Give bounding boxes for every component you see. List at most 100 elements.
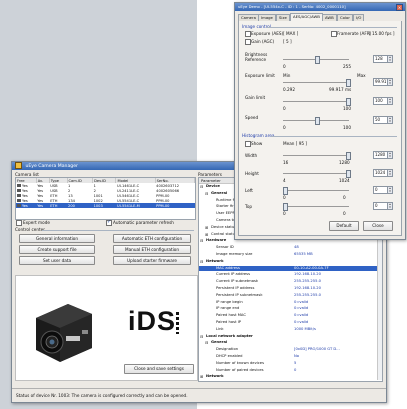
set-user-data-button[interactable]: Set user data bbox=[19, 256, 95, 265]
parameter-name: Paired host MAC bbox=[216, 313, 246, 318]
upload-starter-firmware-button[interactable]: Upload starter firmware bbox=[113, 256, 191, 265]
height-label: Height bbox=[245, 171, 259, 176]
spin-arrows-icon[interactable]: ▴ ▾ bbox=[387, 56, 392, 62]
spin-arrows-icon[interactable]: ▴ ▾ bbox=[387, 152, 392, 158]
left-spinbox[interactable]: 0 ▴ ▾ bbox=[373, 186, 393, 194]
tab-image[interactable]: Image bbox=[258, 14, 276, 21]
parameter-tree-row[interactable]: Link 1000 MBit/s bbox=[199, 327, 377, 332]
height-slider-thumb[interactable] bbox=[346, 170, 351, 178]
ids-logo: iDS bbox=[128, 306, 177, 336]
expand-icon[interactable]: ⊞ bbox=[205, 232, 208, 237]
speed-slider-thumb[interactable] bbox=[315, 117, 320, 125]
collapse-icon[interactable]: ⊟ bbox=[205, 340, 208, 345]
exposure-limit-max-label: Max bbox=[357, 73, 366, 78]
brightness-min: 0 bbox=[283, 64, 286, 69]
automatic-eth-configuration-button[interactable]: Automatic ETH configuration bbox=[113, 234, 191, 243]
create-support-file-button[interactable]: Create support file bbox=[19, 245, 95, 254]
parameter-tree-row[interactable]: IP range end 0=valid bbox=[199, 306, 377, 311]
exposure-limit-spinbox[interactable]: 99.917 ▴ ▾ bbox=[373, 78, 393, 86]
expand-icon[interactable]: ⊞ bbox=[205, 225, 208, 230]
exposure-limit-slider-track[interactable] bbox=[283, 82, 349, 83]
height-slider-track[interactable] bbox=[283, 173, 349, 174]
width-spinbox[interactable]: 1280 ▴ ▾ bbox=[373, 151, 393, 159]
properties-close-icon[interactable]: × bbox=[396, 4, 403, 11]
spin-arrows-icon[interactable]: ▴ ▾ bbox=[387, 203, 392, 209]
camera-list-cell-text: Yes bbox=[22, 203, 28, 208]
left-slider-track[interactable] bbox=[283, 190, 349, 191]
close-button[interactable]: Close bbox=[363, 221, 393, 231]
top-spinbox[interactable]: 0 ▴ ▾ bbox=[373, 202, 393, 210]
collapse-icon[interactable]: ⊟ bbox=[205, 191, 208, 196]
parameter-tree-row[interactable]: Paired host MAC 0=valid bbox=[199, 313, 377, 318]
collapse-icon[interactable]: ⊟ bbox=[200, 334, 203, 339]
camera-list-table: Free Av. Type Cam.ID Dev.ID Model SerNo. Yes Ye… bbox=[15, 177, 196, 220]
parameter-tree-row[interactable]: ⊟ Network bbox=[199, 259, 377, 264]
parameter-tree-row[interactable]: Current IP subnetmask 255.255.255.0 bbox=[199, 279, 377, 284]
parameter-name: IP range begin bbox=[216, 299, 243, 304]
gain-limit-spinbox[interactable]: 100 ▴ ▾ bbox=[373, 97, 393, 105]
properties-window: uEye Demo - [UI-554x-C - ID : 1 - SerNo:… bbox=[234, 2, 406, 240]
tab-size[interactable]: Size bbox=[276, 14, 290, 21]
parameter-value: 255.255.255.0 bbox=[294, 292, 321, 297]
parameter-tree-row[interactable]: ⊟ General bbox=[199, 340, 377, 345]
close-and-save-button[interactable]: Close and save settings bbox=[124, 364, 194, 374]
parameter-name: IP range end bbox=[216, 306, 240, 311]
spin-arrows-icon[interactable]: ▴ ▾ bbox=[387, 170, 392, 176]
gain-limit-slider-track[interactable] bbox=[283, 101, 349, 102]
exposure-limit-max: 99.917 ms bbox=[329, 87, 352, 92]
auto-refresh-checkbox[interactable]: ✓ bbox=[106, 219, 112, 226]
expert-mode-checkbox[interactable] bbox=[16, 220, 22, 226]
expand-icon[interactable]: ⊞ bbox=[200, 374, 203, 379]
parameter-tree-row[interactable]: ⊞ Network bbox=[199, 374, 377, 379]
manual-eth-configuration-button[interactable]: Manual ETH configuration bbox=[113, 245, 191, 254]
parameter-value: 0=valid bbox=[294, 320, 309, 324]
brightness-slider-thumb[interactable] bbox=[315, 56, 320, 64]
gain-limit-slider-thumb[interactable] bbox=[346, 98, 351, 106]
parameter-value: 5 bbox=[294, 360, 297, 365]
top-slider-thumb[interactable] bbox=[283, 203, 288, 211]
parameter-value: 1000 MBit/s bbox=[294, 326, 316, 331]
tab-color[interactable]: Color bbox=[337, 14, 353, 21]
spin-arrows-icon[interactable]: ▴ ▾ bbox=[387, 187, 392, 193]
camera-list-row[interactable]: Yes Yes ETH 200 1003 UI-5541LE-M PPM-00 bbox=[16, 203, 195, 208]
parameter-tree-row[interactable]: Image memory size 65535 MB bbox=[199, 252, 377, 257]
left-slider-thumb[interactable] bbox=[283, 187, 288, 195]
spin-arrows-icon[interactable]: ▴ ▾ bbox=[387, 117, 392, 123]
histogram-divider bbox=[271, 136, 397, 137]
histogram-mean-value: Mean [ 95 ] bbox=[283, 141, 307, 146]
collapse-icon[interactable]: ⊟ bbox=[200, 184, 203, 189]
tab-awb[interactable]: AWB bbox=[322, 14, 337, 21]
parameter-tree-row[interactable]: Number of known devices 5 bbox=[199, 361, 377, 366]
brightness-spinbox[interactable]: 128 ▴ ▾ bbox=[373, 55, 393, 63]
width-slider-thumb[interactable] bbox=[346, 152, 351, 160]
spin-arrows-icon[interactable]: ▴ ▾ bbox=[387, 98, 392, 104]
exposure-aes-label: Exposure (AES) bbox=[251, 31, 284, 36]
parameter-tree-row[interactable]: Number of paired devices 0 bbox=[199, 368, 377, 373]
parameter-tree-row[interactable]: Paired host IP 0=valid bbox=[199, 320, 377, 325]
height-min: 4 bbox=[283, 178, 286, 183]
parameter-tree-row[interactable]: ⊟ Local network adapter bbox=[199, 334, 377, 339]
parameter-tree-row[interactable]: Sensor ID 48 bbox=[199, 245, 377, 250]
parameter-tree-row[interactable]: Designation [0x0D] PRO/1000 GT D... bbox=[199, 347, 377, 352]
parameter-tree-row[interactable]: Persistent IP subnetmask 255.255.255.0 bbox=[199, 293, 377, 298]
parameter-tree-row[interactable]: MAC address 00-10-A2-00-0A-7F bbox=[199, 265, 377, 271]
parameter-tree-row[interactable]: IP range begin 0=valid bbox=[199, 300, 377, 305]
properties-tab-page: Image control Exposure (AES) [ MAX ] Fra… bbox=[238, 21, 402, 236]
parameter-tree-row[interactable]: Persistent IP address 192.168.10.20 bbox=[199, 286, 377, 291]
parameter-value: 255.255.255.0 bbox=[294, 279, 321, 284]
tab-aes-agc-awb[interactable]: AES/AGC/AWB bbox=[290, 13, 323, 21]
general-information-button[interactable]: General information bbox=[19, 234, 95, 243]
top-slider-track[interactable] bbox=[283, 206, 349, 207]
tab-i-o[interactable]: I/O bbox=[353, 14, 365, 21]
default-button[interactable]: Default bbox=[329, 221, 359, 231]
exposure-limit-slider-thumb[interactable] bbox=[346, 79, 351, 87]
width-slider-track[interactable] bbox=[283, 155, 349, 156]
height-spinbox[interactable]: 1024 ▴ ▾ bbox=[373, 169, 393, 177]
tab-camera[interactable]: Camera bbox=[238, 14, 259, 21]
parameter-tree-row[interactable]: Current IP address 192.168.10.20 bbox=[199, 272, 377, 277]
speed-spinbox[interactable]: 50 ▴ ▾ bbox=[373, 116, 393, 124]
spin-arrows-icon[interactable]: ▴ ▾ bbox=[387, 79, 392, 85]
collapse-icon[interactable]: ⊟ bbox=[200, 238, 203, 243]
parameter-tree-row[interactable]: DHCP enabled No bbox=[199, 354, 377, 359]
collapse-icon[interactable]: ⊟ bbox=[200, 259, 203, 264]
